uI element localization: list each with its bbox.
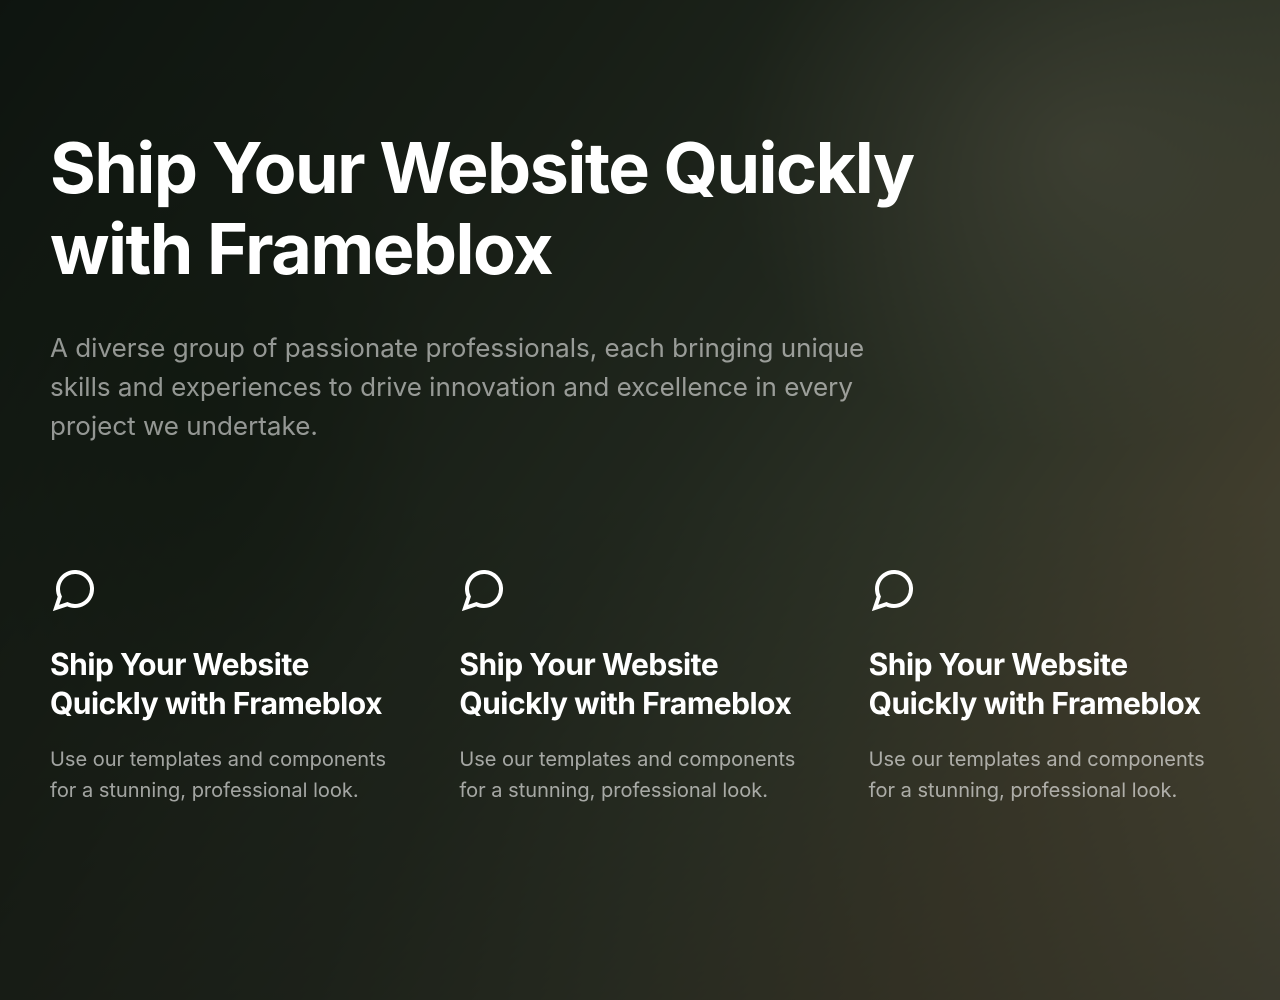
feature-title: Ship Your Website Quickly with Frameblox [50, 646, 411, 724]
feature-description: Use our templates and components for a s… [459, 744, 820, 806]
feature-title: Ship Your Website Quickly with Frameblox [869, 646, 1230, 724]
feature-description: Use our templates and components for a s… [869, 744, 1230, 806]
chat-bubble-icon [50, 566, 98, 614]
content-container: Ship Your Website Quickly with Frameblox… [0, 0, 1280, 1000]
feature-card: Ship Your Website Quickly with Frameblox… [869, 566, 1230, 806]
hero-section: Ship Your Website Quickly with Frameblox… [0, 0, 1280, 1000]
feature-card: Ship Your Website Quickly with Frameblox… [459, 566, 820, 806]
feature-description: Use our templates and components for a s… [50, 744, 411, 806]
hero-subtitle: A diverse group of passionate profession… [50, 329, 870, 446]
chat-bubble-icon [459, 566, 507, 614]
feature-card: Ship Your Website Quickly with Frameblox… [50, 566, 411, 806]
hero-title: Ship Your Website Quickly with Frameblox [50, 128, 950, 289]
features-grid: Ship Your Website Quickly with Frameblox… [50, 566, 1230, 806]
chat-bubble-icon [869, 566, 917, 614]
feature-title: Ship Your Website Quickly with Frameblox [459, 646, 820, 724]
